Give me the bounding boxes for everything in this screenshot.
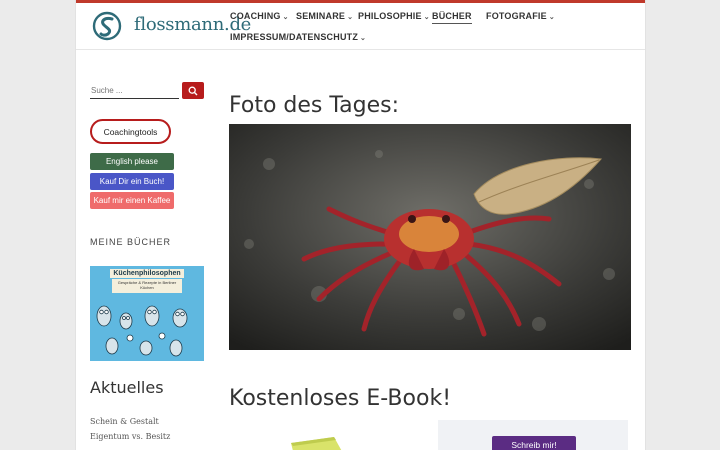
nav-buecher[interactable]: BÜCHER — [432, 11, 472, 24]
post-link[interactable]: Eigentum vs. Besitz — [90, 432, 170, 441]
coachingtools-button[interactable]: Coachingtools — [90, 119, 171, 144]
logo-icon — [92, 11, 122, 41]
schreib-mir-button[interactable]: Schreib mir! — [492, 436, 576, 450]
chevron-down-icon: ⌄ — [548, 14, 555, 21]
english-button[interactable]: English please — [90, 153, 174, 170]
nav-label: FOTOGRAFIE — [486, 11, 547, 21]
buy-book-button[interactable]: Kauf Dir ein Buch! — [90, 173, 174, 190]
buy-coffee-button[interactable]: Kauf mir einen Kaffee — [90, 192, 174, 209]
nav-philosophie[interactable]: PHILOSOPHIE ⌄ — [358, 11, 430, 21]
book-cover[interactable]: Küchenphilosophen Gespräche & Rezepte in… — [90, 266, 204, 361]
ebook-cover-image — [291, 437, 342, 450]
nav-impressum[interactable]: IMPRESSUM/DATENSCHUTZ ⌄ — [230, 32, 366, 42]
chevron-down-icon: ⌄ — [360, 35, 367, 42]
search-input[interactable] — [90, 82, 179, 99]
aktuelles-title: Aktuelles — [90, 378, 164, 397]
books-widget-title: MEINE BÜCHER — [90, 237, 172, 247]
nav-label: IMPRESSUM/DATENSCHUTZ — [230, 32, 359, 42]
nav-coaching[interactable]: COACHING ⌄ — [230, 11, 289, 21]
nav-label: SEMINARE — [296, 11, 346, 21]
chevron-down-icon: ⌄ — [282, 14, 289, 21]
crab-photo — [229, 124, 631, 350]
chevron-down-icon: ⌄ — [347, 14, 354, 21]
ebook-heading: Kostenloses E-Book! — [229, 386, 452, 411]
search-button[interactable] — [182, 82, 204, 99]
chevron-down-icon: ⌄ — [423, 14, 430, 21]
site-header: flossmann.de COACHING ⌄ SEMINARE ⌄ PHILOSO… — [76, 3, 645, 50]
post-link[interactable]: Schein & Gestalt — [90, 417, 159, 426]
owl-illustration — [96, 305, 188, 357]
nav-label: BÜCHER — [432, 11, 472, 21]
nav-fotografie[interactable]: FOTOGRAFIE ⌄ — [486, 11, 555, 21]
search-icon — [188, 86, 198, 95]
nav-label: PHILOSOPHIE — [358, 11, 422, 21]
page-container: flossmann.de COACHING ⌄ SEMINARE ⌄ PHILOSO… — [75, 0, 646, 450]
photo-of-day-image[interactable] — [229, 124, 631, 350]
photo-of-day-heading: Foto des Tages: — [229, 93, 400, 118]
nav-seminare[interactable]: SEMINARE ⌄ — [296, 11, 353, 21]
nav-label: COACHING — [230, 11, 281, 21]
